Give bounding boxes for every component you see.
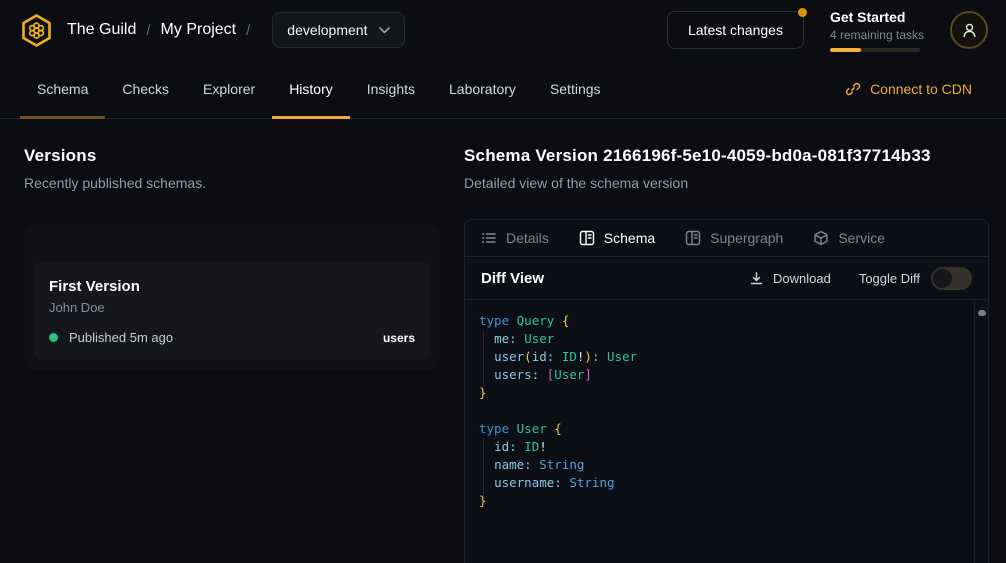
toggle-diff-switch[interactable] bbox=[931, 267, 972, 290]
link-icon bbox=[845, 81, 861, 97]
chevron-down-icon bbox=[379, 27, 390, 34]
get-started-title: Get Started bbox=[830, 9, 924, 25]
indent-guide bbox=[483, 330, 484, 388]
columns-icon bbox=[685, 230, 701, 246]
main-content: Versions Recently published schemas. Fir… bbox=[0, 119, 1006, 563]
service-badge: users bbox=[383, 331, 415, 345]
tab-label: Schema bbox=[37, 81, 88, 97]
toggle-diff-label: Toggle Diff bbox=[859, 271, 920, 286]
tab-underline bbox=[186, 116, 272, 119]
versions-subtitle: Recently published schemas. bbox=[24, 175, 440, 191]
tab-underline bbox=[350, 116, 432, 119]
top-header: The Guild / My Project / development Lat… bbox=[0, 0, 1006, 60]
get-started-subtitle: 4 remaining tasks bbox=[830, 28, 924, 42]
download-label: Download bbox=[773, 271, 831, 286]
tab-label: Service bbox=[838, 230, 885, 246]
tab-history[interactable]: History bbox=[272, 60, 350, 118]
target-selector[interactable]: development bbox=[272, 12, 405, 48]
version-detail-panel: Schema Version 2166196f-5e10-4059-bd0a-0… bbox=[464, 119, 1006, 563]
tab-insights[interactable]: Insights bbox=[350, 60, 432, 118]
tab-settings[interactable]: Settings bbox=[533, 60, 618, 118]
tab-checks[interactable]: Checks bbox=[105, 60, 186, 118]
latest-changes-label: Latest changes bbox=[688, 22, 783, 38]
tab-label: Laboratory bbox=[449, 81, 516, 97]
schema-viewer-panel: Details Schema Supergr bbox=[464, 219, 989, 563]
tab-supergraph[interactable]: Supergraph bbox=[685, 230, 783, 246]
breadcrumb-separator: / bbox=[146, 22, 150, 39]
connect-to-cdn-link[interactable]: Connect to CDN bbox=[845, 60, 986, 118]
person-icon bbox=[961, 22, 978, 39]
code-block: type Query { me: User user(id: ID!): Use… bbox=[479, 312, 962, 510]
get-started-widget[interactable]: Get Started 4 remaining tasks bbox=[830, 9, 924, 52]
tab-label: Details bbox=[506, 230, 549, 246]
guild-logo-icon[interactable] bbox=[18, 12, 55, 49]
indent-guide bbox=[483, 438, 484, 496]
columns-icon bbox=[579, 230, 595, 246]
target-nav-tabs: Schema Checks Explorer History Insights … bbox=[0, 60, 1006, 119]
latest-changes-button[interactable]: Latest changes bbox=[667, 11, 804, 49]
tab-label: Settings bbox=[550, 81, 601, 97]
breadcrumb-project[interactable]: My Project bbox=[161, 21, 237, 39]
tab-underline bbox=[105, 116, 186, 119]
version-author: John Doe bbox=[49, 300, 415, 315]
tab-schema-view[interactable]: Schema bbox=[579, 230, 655, 246]
breadcrumb-separator: / bbox=[246, 22, 250, 39]
tab-label: Insights bbox=[367, 81, 415, 97]
tab-service[interactable]: Service bbox=[813, 230, 885, 246]
diff-view-title: Diff View bbox=[481, 270, 544, 287]
cube-icon bbox=[813, 230, 829, 246]
tab-underline bbox=[432, 116, 533, 119]
versions-panel: Versions Recently published schemas. Fir… bbox=[0, 119, 464, 563]
versions-list: First Version John Doe Published 5m ago … bbox=[24, 224, 440, 370]
get-started-progress-track bbox=[830, 48, 920, 52]
version-detail-title: Schema Version 2166196f-5e10-4059-bd0a-0… bbox=[464, 146, 989, 166]
published-status-dot bbox=[49, 333, 58, 342]
tab-schema[interactable]: Schema bbox=[20, 60, 105, 118]
download-button[interactable]: Download bbox=[749, 271, 831, 286]
tab-label: Supergraph bbox=[710, 230, 783, 246]
tab-underline bbox=[272, 116, 350, 119]
list-icon bbox=[481, 230, 497, 246]
notification-dot bbox=[798, 8, 807, 17]
toggle-knob bbox=[933, 269, 952, 288]
tab-label: Schema bbox=[604, 230, 655, 246]
connect-to-cdn-label: Connect to CDN bbox=[870, 81, 972, 97]
user-avatar[interactable] bbox=[950, 11, 988, 49]
version-list-item[interactable]: First Version John Doe Published 5m ago … bbox=[34, 262, 430, 360]
diff-toolbar: Diff View Download Toggle Diff bbox=[465, 257, 988, 300]
schema-code-editor: type Query { me: User user(id: ID!): Use… bbox=[465, 300, 988, 563]
version-title: First Version bbox=[49, 278, 415, 295]
scrollbar-thumb[interactable] bbox=[978, 310, 986, 316]
tab-underline bbox=[20, 116, 105, 119]
tab-label: History bbox=[289, 81, 333, 97]
tab-label: Checks bbox=[122, 81, 169, 97]
code-scrollbar[interactable] bbox=[974, 300, 988, 563]
breadcrumb-org[interactable]: The Guild bbox=[67, 21, 136, 39]
get-started-progress-fill bbox=[830, 48, 862, 52]
download-icon bbox=[749, 271, 764, 286]
version-status: Published 5m ago bbox=[69, 330, 173, 345]
tab-label: Explorer bbox=[203, 81, 255, 97]
tab-laboratory[interactable]: Laboratory bbox=[432, 60, 533, 118]
tab-underline bbox=[533, 116, 618, 119]
tab-details[interactable]: Details bbox=[481, 230, 549, 246]
schema-viewer-tabs: Details Schema Supergr bbox=[465, 220, 988, 257]
version-detail-subtitle: Detailed view of the schema version bbox=[464, 175, 989, 191]
tab-explorer[interactable]: Explorer bbox=[186, 60, 272, 118]
versions-title: Versions bbox=[24, 146, 440, 166]
target-selector-value: development bbox=[287, 22, 367, 38]
